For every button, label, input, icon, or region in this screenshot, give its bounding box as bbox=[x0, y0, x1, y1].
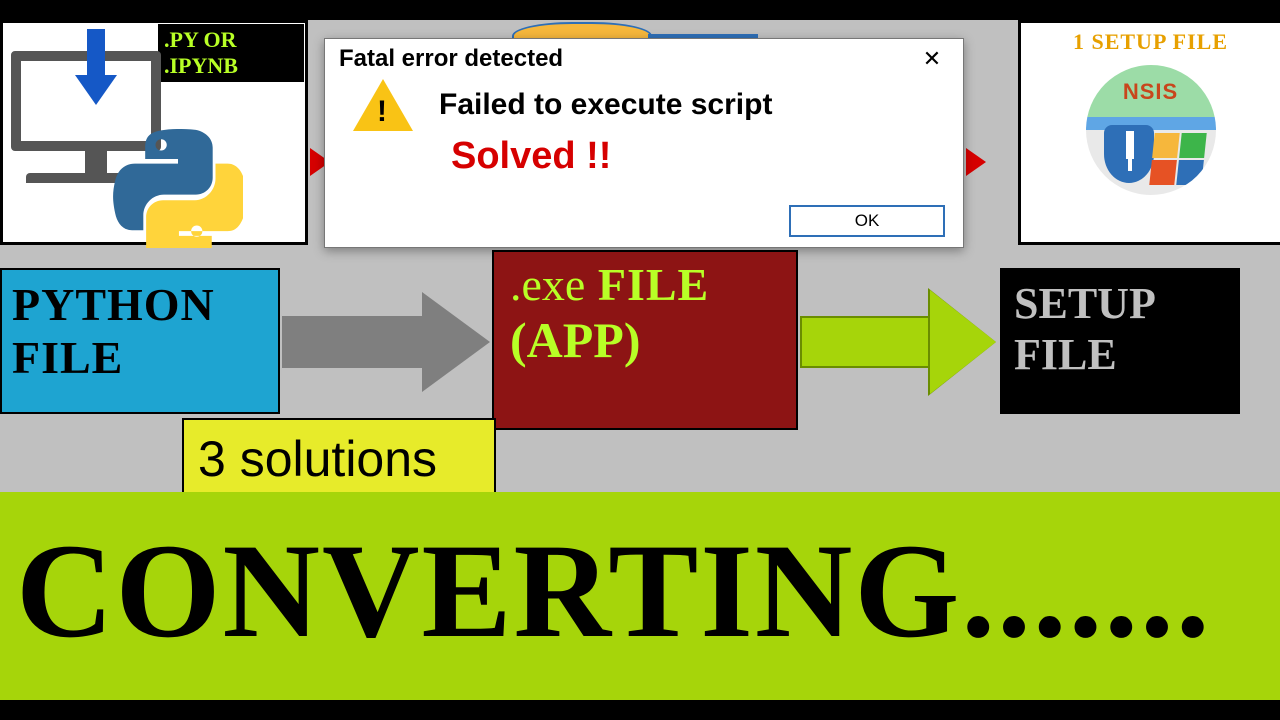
warning-icon bbox=[353, 79, 413, 131]
letterbox-bottom bbox=[0, 700, 1280, 720]
setup-file-box: SETUP FILE bbox=[1000, 268, 1240, 414]
flow-arrow-icon bbox=[966, 148, 986, 176]
exe-file-box: .exe FILE (APP) bbox=[492, 250, 798, 430]
conversion-flow-row: PYTHON FILE .exe FILE (APP) SETUP FILE bbox=[0, 268, 1280, 438]
download-arrow-icon bbox=[75, 29, 117, 109]
letterbox-top bbox=[0, 0, 1280, 20]
close-button[interactable]: ✕ bbox=[909, 45, 955, 75]
python-file-line1: PYTHON bbox=[2, 270, 278, 331]
python-file-box: PYTHON FILE bbox=[0, 268, 280, 414]
ok-button[interactable]: OK bbox=[789, 205, 945, 237]
setup-line1: SETUP bbox=[1000, 268, 1240, 329]
nsis-logo-icon: NSIS bbox=[1086, 65, 1216, 195]
arrow-right-icon bbox=[282, 292, 492, 392]
exe-line2: (APP) bbox=[494, 311, 796, 369]
shield-icon bbox=[1104, 125, 1154, 183]
error-dialog: Fatal error detected ✕ Failed to execute… bbox=[324, 38, 964, 248]
setup-file-label: 1 SETUP FILE bbox=[1021, 23, 1280, 55]
python-logo-icon bbox=[113, 128, 243, 248]
setup-file-tile: 1 SETUP FILE NSIS bbox=[1018, 20, 1280, 245]
solved-overlay-text: Solved !! bbox=[451, 135, 963, 178]
nsis-text: NSIS bbox=[1086, 79, 1216, 105]
dialog-message: Failed to execute script bbox=[439, 88, 772, 122]
arrow-right-icon bbox=[800, 290, 1000, 394]
dialog-title: Fatal error detected bbox=[325, 39, 963, 79]
python-file-line2: FILE bbox=[2, 331, 278, 384]
python-source-tile: .PY OR .IPYNB bbox=[0, 20, 308, 245]
converting-text: CONVERTING....... bbox=[0, 492, 1280, 692]
converting-band: CONVERTING....... bbox=[0, 492, 1280, 700]
windows-logo-icon bbox=[1149, 133, 1206, 185]
setup-line2: FILE bbox=[1000, 329, 1240, 380]
exe-line1: .exe FILE bbox=[494, 252, 796, 311]
